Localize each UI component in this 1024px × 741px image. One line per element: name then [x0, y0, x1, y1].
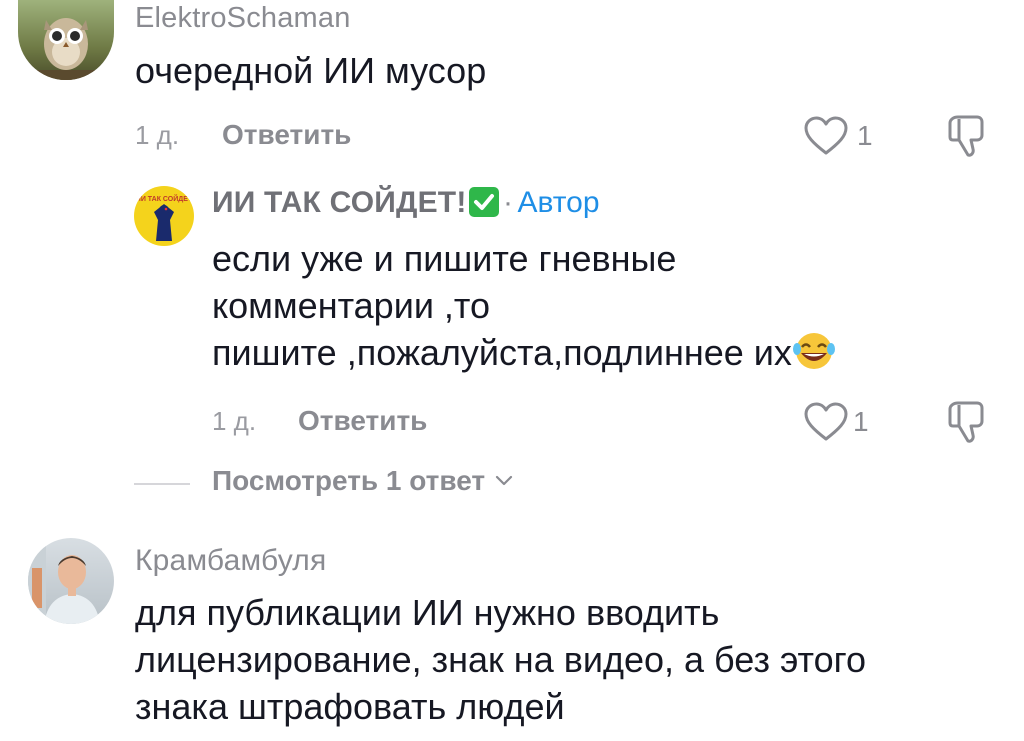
view-replies-label: Посмотреть 1 ответ — [212, 465, 486, 496]
author-username[interactable]: ИИ ТАК СОЙДЕТ! — [212, 186, 467, 219]
comment-text: очередной ИИ мусор — [135, 50, 487, 91]
commenter-username[interactable]: ElektroSchaman — [135, 2, 351, 35]
reply-like-count: 1 — [853, 406, 869, 437]
heart-icon[interactable] — [803, 115, 849, 157]
reply-text-line-with-emoji: пишите ,пожалуйста,подлиннее их — [212, 330, 836, 375]
heart-icon[interactable] — [803, 401, 849, 443]
reply-text-line: комментарии ,то — [212, 285, 491, 326]
comment-time: 1 д. — [135, 120, 180, 150]
svg-text:ИИ ТАК СОЙДЕТ: ИИ ТАК СОЙДЕТ — [136, 194, 193, 203]
separator-dot: · — [502, 186, 513, 219]
laughing-emoji-icon — [792, 333, 835, 369]
author-avatar[interactable]: ИИ ТАК СОЙДЕТ — [134, 186, 194, 246]
dislike-icon[interactable] — [944, 399, 988, 445]
replies-divider — [134, 483, 190, 485]
owl-avatar-icon — [18, 18, 114, 80]
reply-text-line: пишите ,пожалуйста,подлиннее их — [212, 332, 792, 373]
commenter-username[interactable]: Крамбамбуля — [135, 544, 326, 578]
reply-button[interactable]: Ответить — [222, 119, 351, 151]
commenter-avatar[interactable] — [28, 538, 114, 624]
reply-text-line: если уже и пишите гневные — [212, 238, 677, 279]
comment-text-line: знака штрафовать людей — [135, 686, 565, 727]
like-count: 1 — [857, 120, 873, 151]
author-badge: Автор — [517, 186, 600, 219]
reply-time: 1 д. — [212, 406, 257, 436]
comment-text-line: для публикации ИИ нужно вводить — [135, 592, 720, 633]
commenter-avatar[interactable] — [18, 0, 114, 80]
reply-header: ИИ ТАК СОЙДЕТ! · Автор — [212, 186, 600, 220]
dislike-icon[interactable] — [944, 113, 988, 159]
reply-to-reply-button[interactable]: Ответить — [298, 405, 427, 437]
verified-check-icon — [468, 187, 499, 217]
chevron-down-icon — [495, 475, 513, 486]
author-logo-icon: ИИ ТАК СОЙДЕТ — [135, 187, 193, 245]
comment-text-line: лицензирование, знак на видео, а без это… — [135, 639, 867, 680]
man-avatar-icon — [28, 538, 100, 624]
view-replies-button[interactable]: Посмотреть 1 ответ — [212, 465, 513, 497]
